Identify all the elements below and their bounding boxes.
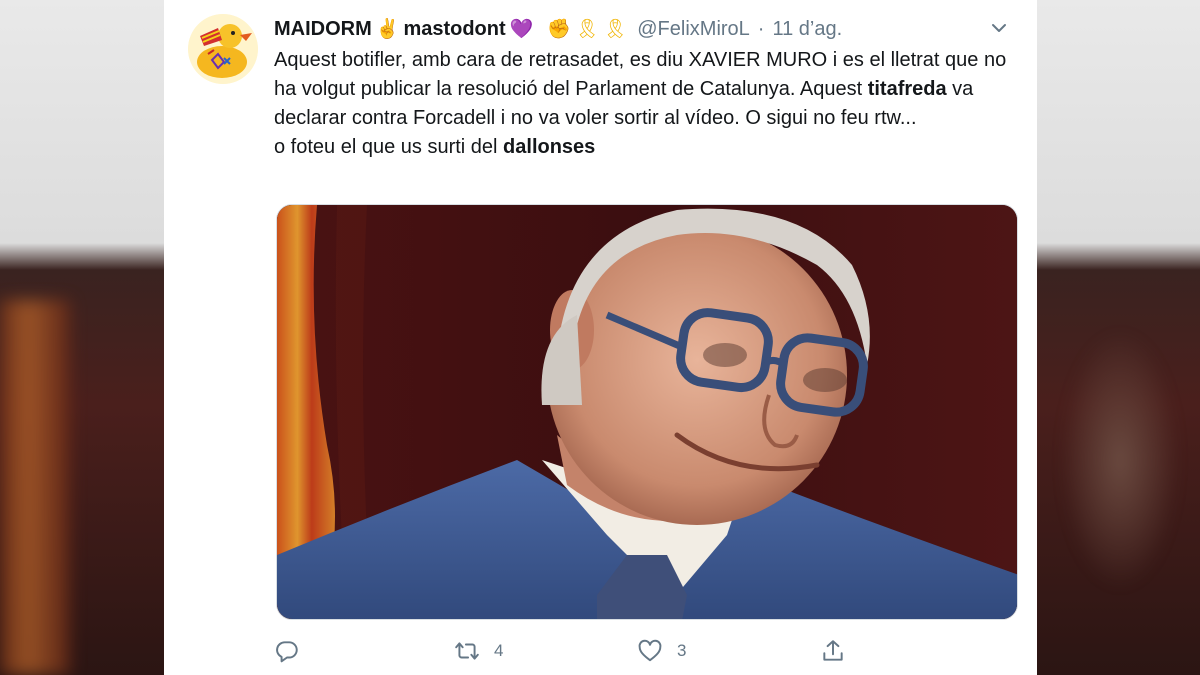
raised-fist-icon: ✊ bbox=[547, 18, 571, 40]
retweet-icon bbox=[455, 642, 479, 660]
tweet-text-bold: titafreda bbox=[867, 78, 947, 100]
like-count: 3 bbox=[677, 641, 687, 660]
retweet-button[interactable]: 4 bbox=[454, 638, 503, 664]
duck-avatar-icon bbox=[188, 14, 258, 84]
blurred-background-flag bbox=[0, 300, 70, 675]
heart-icon bbox=[638, 639, 662, 662]
separator-dot: · bbox=[757, 17, 765, 40]
display-name-part-2[interactable]: mastodont bbox=[403, 18, 505, 41]
photo-image bbox=[277, 205, 1017, 619]
avatar[interactable] bbox=[188, 14, 258, 84]
blurred-background-figure bbox=[1060, 330, 1180, 590]
retweet-count: 4 bbox=[494, 641, 504, 660]
reply-button[interactable] bbox=[274, 638, 300, 664]
tweet-actions: 4 3 bbox=[274, 636, 1014, 666]
tweet-timestamp[interactable]: 11 d’ag. bbox=[772, 18, 842, 41]
more-options-button[interactable] bbox=[987, 16, 1011, 40]
tweet-card: MAIDORM ✌ mastodont 💜 ✊ 🎗 🎗 @FelixMiroL … bbox=[164, 0, 1037, 675]
display-name[interactable]: MAIDORM bbox=[274, 18, 372, 41]
share-button[interactable] bbox=[820, 638, 846, 664]
yellow-ribbon-icon: 🎗 bbox=[603, 18, 628, 40]
chevron-down-icon bbox=[992, 24, 1006, 32]
tweet-text-bold: dallonses bbox=[503, 136, 596, 158]
user-handle[interactable]: @FelixMiroL bbox=[637, 18, 750, 41]
tweet-photo[interactable] bbox=[276, 204, 1018, 620]
tweet-header: MAIDORM ✌ mastodont 💜 ✊ 🎗 🎗 @FelixMiroL … bbox=[274, 14, 1023, 44]
tweet-text-part: o foteu el que us surti del bbox=[274, 136, 504, 158]
like-button[interactable]: 3 bbox=[637, 638, 686, 664]
purple-heart-icon: 💜 bbox=[509, 18, 534, 40]
victory-hand-icon: ✌ bbox=[375, 18, 400, 40]
reply-icon bbox=[276, 641, 298, 663]
share-icon bbox=[823, 640, 843, 661]
tweet-text: Aquest botifler, amb cara de retrasadet,… bbox=[274, 46, 1014, 162]
yellow-ribbon-icon: 🎗 bbox=[575, 18, 600, 40]
